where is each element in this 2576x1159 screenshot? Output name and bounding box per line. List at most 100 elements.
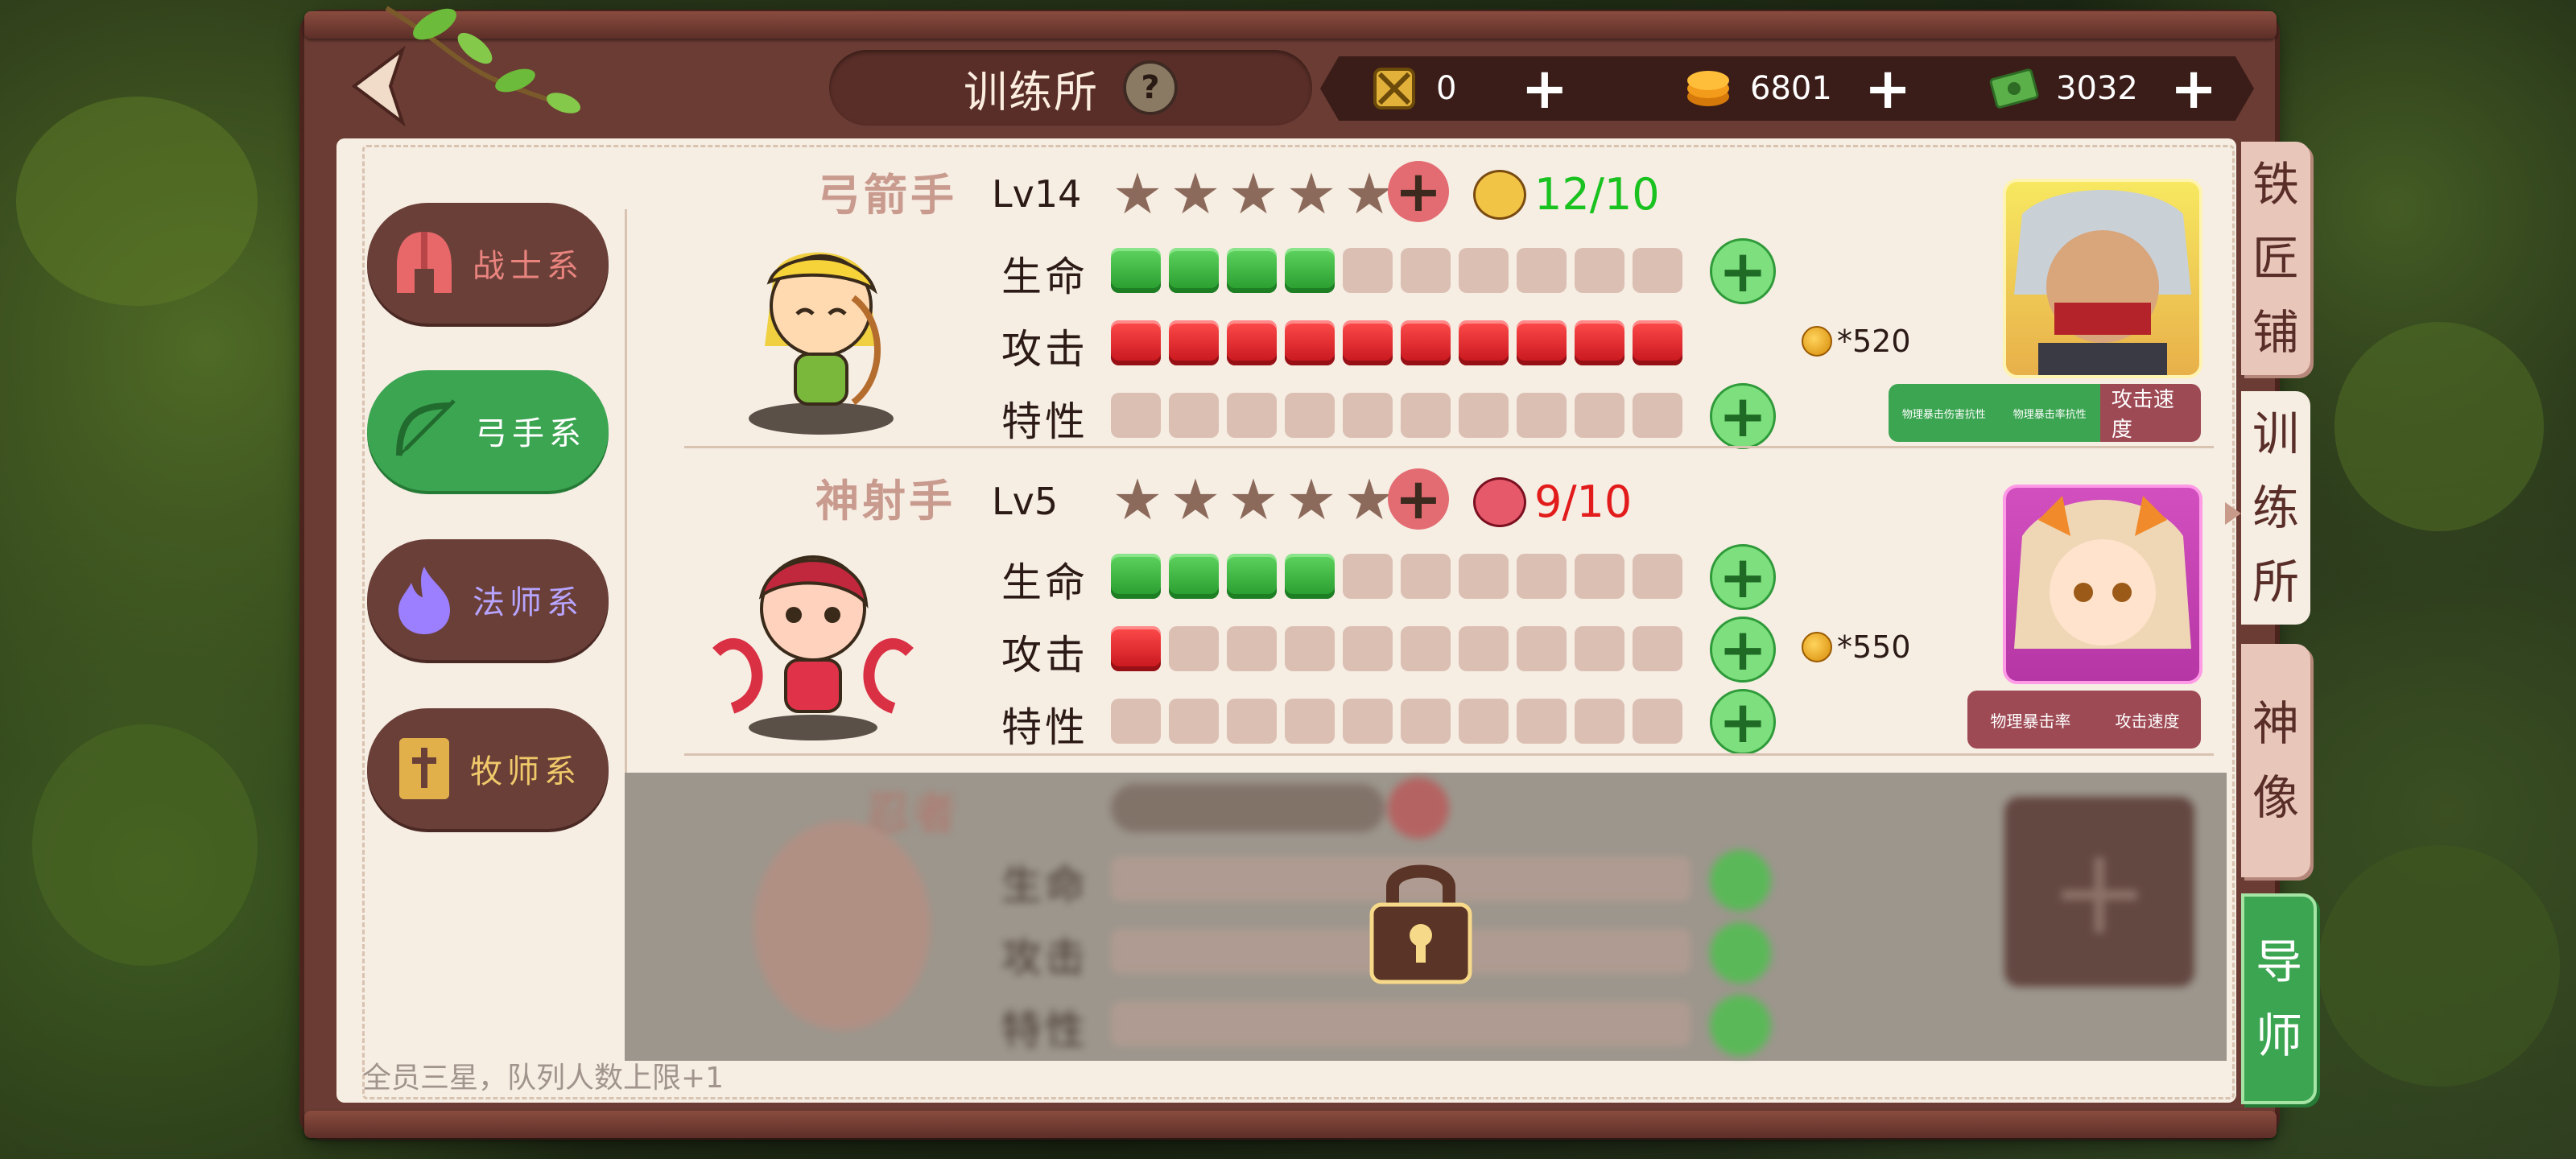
row-separator — [684, 446, 2214, 448]
stat-bar-trait — [1111, 393, 1682, 438]
stat-pip — [1401, 699, 1451, 744]
unit-stars: ★ ★ ★ ★ ★ — [1111, 467, 1396, 533]
help-button[interactable]: ? — [1123, 60, 1178, 115]
stat-bar-health — [1111, 554, 1682, 599]
star-upgrade-button[interactable]: + — [1388, 466, 1449, 532]
cash-bill-icon — [1988, 63, 2040, 114]
stat-label: 特性 — [1001, 704, 1088, 751]
stat-pip — [1111, 554, 1161, 599]
marksman-character-art — [712, 555, 914, 740]
locked-bar — [1111, 1001, 1690, 1046]
stat-pip — [1459, 699, 1509, 744]
page-title: 训练所 — [964, 66, 1099, 118]
stat-pip — [1401, 393, 1451, 438]
tab-blacksmith[interactable]: 铁匠铺 — [2241, 142, 2310, 375]
locked-character-art — [753, 821, 931, 1030]
upgrade-health-button[interactable]: + — [1710, 237, 1776, 305]
empty-portrait-slot: + — [2004, 797, 2194, 987]
stat-pip — [1517, 699, 1567, 744]
locked-star-button — [1388, 777, 1449, 839]
back-arrow-icon — [351, 45, 406, 127]
hero-portrait[interactable] — [2003, 485, 2202, 684]
tab-char: 像 — [2252, 770, 2299, 825]
tab-training[interactable]: 训练所 — [2241, 391, 2310, 625]
unit-name: 神射手 — [815, 476, 956, 526]
stat-pip — [1227, 554, 1277, 599]
add-gold-button[interactable]: + — [1864, 60, 1912, 117]
locked-plus — [1710, 850, 1771, 911]
stat-bar-attack — [1111, 626, 1682, 671]
category-priest-button[interactable]: 牧师系 — [367, 708, 609, 829]
category-archer-button[interactable]: 弓手系 — [367, 370, 609, 491]
tab-char: 铁 — [2252, 157, 2299, 212]
trait-tags: 物理暴击伤害抗性 物理暴击率抗性 攻击速度 — [1889, 384, 2201, 442]
stat-pip — [1459, 554, 1509, 599]
star-upgrade-button[interactable]: + — [1388, 159, 1449, 225]
stat-pip — [1517, 248, 1567, 293]
stat-pip — [1169, 320, 1219, 365]
stat-pip — [1633, 699, 1682, 744]
stat-label: 攻击 — [1001, 934, 1088, 981]
stat-pip — [1517, 554, 1567, 599]
stat-label: 攻击 — [1001, 326, 1088, 373]
gold-count: 6801 — [1750, 70, 1832, 107]
stat-pip — [1575, 248, 1624, 293]
cost-value: *550 — [1837, 629, 1911, 665]
stat-pip — [1633, 248, 1682, 293]
tree-foliage — [2318, 845, 2560, 1087]
tab-char: 师 — [2255, 1008, 2302, 1063]
stat-label: 特性 — [1001, 398, 1088, 445]
resource-gold: 6801 + — [1682, 56, 1911, 121]
star-icon: ★ — [1228, 467, 1279, 533]
fragment-counter: 9/10 — [1473, 476, 1632, 527]
archer-character-art — [749, 252, 894, 435]
stat-pip — [1343, 699, 1393, 744]
stat-pip — [1575, 626, 1624, 671]
stat-pip — [1401, 248, 1451, 293]
lock-icon — [1369, 864, 1472, 984]
archer-face-icon — [1473, 169, 1526, 220]
tab-mentor[interactable]: 导师 — [2241, 893, 2317, 1104]
fragment-count: 12/10 — [1534, 169, 1660, 220]
add-cash-button[interactable]: + — [2170, 60, 2218, 117]
upgrade-health-button[interactable]: + — [1710, 543, 1776, 611]
category-warrior-button[interactable]: 战士系 — [367, 203, 609, 324]
stat-bar-attack — [1111, 320, 1682, 365]
category-priest-label: 牧师系 — [470, 753, 581, 790]
stat-pip — [1343, 393, 1393, 438]
upgrade-trait-button[interactable]: + — [1710, 382, 1776, 450]
back-button[interactable] — [338, 42, 419, 130]
stat-pip — [1227, 320, 1277, 365]
stat-pip — [1111, 699, 1161, 744]
stat-pip — [1169, 554, 1219, 599]
stat-pip — [1169, 248, 1219, 293]
upgrade-cost: *520 — [1802, 324, 1911, 359]
bonus-footnote: 全员三星，队列人数上限+1 — [362, 1062, 724, 1095]
tab-char: 训 — [2252, 406, 2299, 461]
unit-level: Lv14 — [992, 172, 1082, 216]
stat-pip — [1227, 626, 1277, 671]
unit-name: 弓箭手 — [817, 170, 957, 221]
stat-pip — [1343, 554, 1393, 599]
tab-statue[interactable]: 神像 — [2241, 644, 2310, 877]
tab-char: 神 — [2252, 696, 2299, 751]
stat-pip — [1401, 626, 1451, 671]
locked-plus — [1710, 995, 1771, 1056]
stat-pip — [1575, 393, 1624, 438]
tab-char: 铺 — [2252, 305, 2299, 360]
stat-pip — [1459, 248, 1509, 293]
stat-label: 特性 — [1001, 1007, 1088, 1054]
upgrade-attack-button[interactable]: + — [1710, 616, 1776, 683]
category-mage-label: 法师系 — [473, 584, 584, 621]
stat-pip — [1459, 320, 1509, 365]
gold-coin-icon — [1802, 326, 1832, 357]
hero-portrait[interactable] — [2003, 179, 2202, 378]
stat-label: 生命 — [1001, 862, 1088, 909]
tree-foliage — [32, 724, 258, 966]
add-swords-button[interactable]: + — [1521, 60, 1568, 117]
stat-pip — [1459, 626, 1509, 671]
stat-pip — [1633, 393, 1682, 438]
upgrade-trait-button[interactable]: + — [1710, 688, 1776, 756]
resource-swords: 0 + — [1368, 56, 1568, 121]
category-mage-button[interactable]: 法师系 — [367, 539, 609, 660]
